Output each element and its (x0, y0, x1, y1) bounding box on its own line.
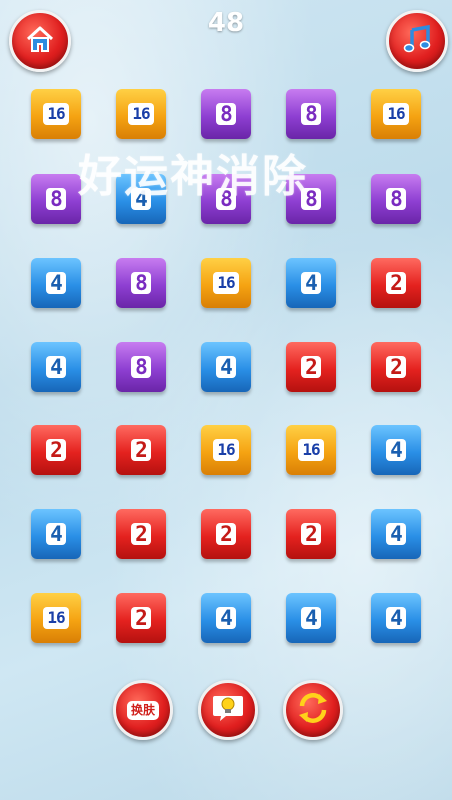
tile-value: 4 (386, 607, 406, 629)
tile-value: 4 (216, 356, 236, 378)
tile-value: 16 (43, 607, 69, 629)
tile-value: 8 (301, 103, 321, 125)
refresh-button[interactable] (283, 680, 343, 740)
tile-value: 2 (131, 439, 151, 461)
hint-button[interactable] (198, 680, 258, 740)
change-skin-button[interactable]: 换肤 (113, 680, 173, 740)
tile[interactable]: 16 (371, 89, 421, 139)
tile[interactable]: 2 (286, 509, 336, 559)
tile-value: 4 (46, 272, 66, 294)
tile-value: 16 (383, 103, 409, 125)
tile[interactable]: 4 (286, 258, 336, 308)
tile-value: 4 (216, 607, 236, 629)
change-skin-label: 换肤 (126, 700, 159, 720)
tile-value: 4 (131, 188, 151, 210)
tile[interactable]: 4 (31, 342, 81, 392)
tile[interactable]: 4 (201, 593, 251, 643)
tile-value: 2 (386, 356, 406, 378)
tile-value: 2 (386, 272, 406, 294)
tile[interactable]: 4 (286, 593, 336, 643)
tile-value: 4 (301, 607, 321, 629)
tile-value: 8 (216, 188, 236, 210)
tile[interactable]: 8 (286, 174, 336, 224)
tile-value: 2 (131, 607, 151, 629)
tile-value: 4 (46, 523, 66, 545)
tile[interactable]: 16 (31, 593, 81, 643)
tile[interactable]: 16 (201, 425, 251, 475)
tile-value: 16 (43, 103, 69, 125)
tile[interactable]: 2 (116, 593, 166, 643)
tile[interactable]: 8 (116, 258, 166, 308)
tile[interactable]: 2 (116, 425, 166, 475)
tile[interactable]: 8 (201, 89, 251, 139)
refresh-arrows-icon (295, 690, 331, 730)
tile-value: 8 (386, 188, 406, 210)
tile-value: 16 (213, 439, 239, 461)
tile[interactable]: 4 (371, 425, 421, 475)
tile-value: 16 (213, 272, 239, 294)
tile-value: 4 (46, 356, 66, 378)
tile[interactable]: 4 (201, 342, 251, 392)
tile-value: 8 (131, 356, 151, 378)
tile[interactable]: 8 (371, 174, 421, 224)
tile-value: 8 (131, 272, 151, 294)
tile[interactable]: 4 (371, 593, 421, 643)
tile-value: 8 (216, 103, 236, 125)
tile-value: 2 (301, 356, 321, 378)
tile[interactable]: 4 (116, 174, 166, 224)
tile[interactable]: 2 (371, 342, 421, 392)
tile-value: 8 (301, 188, 321, 210)
tile-value: 4 (301, 272, 321, 294)
tile[interactable]: 2 (201, 509, 251, 559)
tile-value: 4 (386, 439, 406, 461)
tile[interactable]: 2 (116, 509, 166, 559)
tile[interactable]: 8 (31, 174, 81, 224)
tile[interactable]: 16 (116, 89, 166, 139)
tile-value: 4 (386, 523, 406, 545)
tile[interactable]: 2 (286, 342, 336, 392)
tile-value: 2 (46, 439, 66, 461)
tile-value: 16 (298, 439, 324, 461)
tile[interactable]: 16 (201, 258, 251, 308)
tile[interactable]: 8 (201, 174, 251, 224)
tile[interactable]: 4 (371, 509, 421, 559)
tile-value: 2 (216, 523, 236, 545)
tile-value: 2 (131, 523, 151, 545)
tile-value: 2 (301, 523, 321, 545)
tile[interactable]: 8 (116, 342, 166, 392)
tile[interactable]: 4 (31, 258, 81, 308)
game-board: 16 16 8 8 16 8 4 8 8 8 4 8 16 4 2 4 8 4 2 2 2 2 16 16 4 4 2 2 2 4 16 2 4… (0, 0, 452, 660)
tile[interactable]: 8 (286, 89, 336, 139)
tile[interactable]: 16 (31, 89, 81, 139)
tile[interactable]: 16 (286, 425, 336, 475)
tile-value: 16 (128, 103, 154, 125)
tile[interactable]: 4 (31, 509, 81, 559)
tile[interactable]: 2 (31, 425, 81, 475)
lightbulb-hint-icon (210, 690, 246, 730)
tile[interactable]: 2 (371, 258, 421, 308)
tile-value: 8 (46, 188, 66, 210)
